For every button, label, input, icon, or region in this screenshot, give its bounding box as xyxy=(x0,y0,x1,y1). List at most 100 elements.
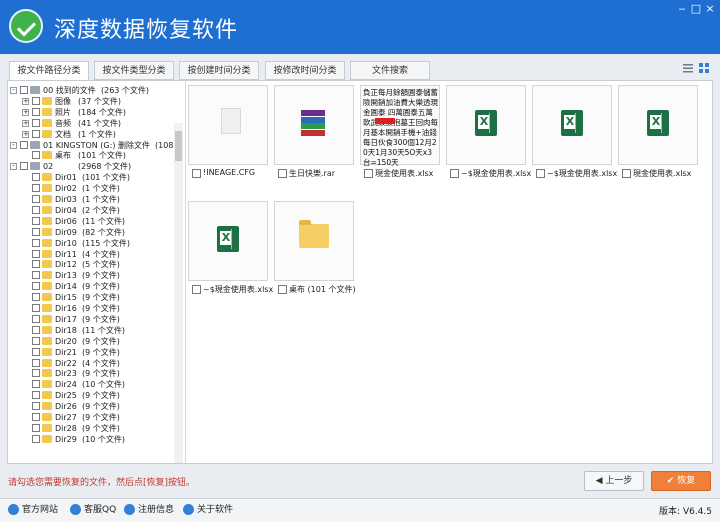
file-thumbnail[interactable]: 負正每月餘額圓泰儲蓄險開銷加油費大樂透現金圓泰 四萬圓泰五萬 軟武鼓鼓抱墓王回肉… xyxy=(360,85,440,167)
tree-checkbox[interactable] xyxy=(32,151,40,160)
file-item[interactable]: 現金使用表.xlsx xyxy=(618,85,700,181)
collapse-icon[interactable]: - xyxy=(10,141,17,149)
tree-item[interactable]: Dir14 (9 个文件) xyxy=(8,281,180,292)
file-item[interactable]: ~$現金使用表.xlsx xyxy=(532,85,617,181)
file-thumbnail[interactable] xyxy=(188,201,268,281)
tree-item[interactable]: Dir16 (9 个文件) xyxy=(8,303,180,314)
tree-item[interactable]: Dir20 (9 个文件) xyxy=(8,336,180,347)
tree-checkbox[interactable] xyxy=(32,184,40,193)
file-item[interactable]: ~$現金使用表.xlsx xyxy=(446,85,531,181)
tree-checkbox[interactable] xyxy=(32,282,40,291)
expand-icon[interactable]: + xyxy=(22,130,29,138)
tree-checkbox[interactable] xyxy=(32,96,40,105)
file-checkbox[interactable] xyxy=(536,169,545,178)
tree-item[interactable]: Dir24 (10 个文件) xyxy=(8,379,180,390)
file-thumbnail[interactable] xyxy=(274,85,354,165)
tree-checkbox[interactable] xyxy=(20,86,28,94)
tree-item[interactable]: Dir28 (9 个文件) xyxy=(8,423,180,434)
tree-item[interactable]: Dir23 (9 个文件) xyxy=(8,368,180,379)
file-checkbox[interactable] xyxy=(622,169,631,178)
tab-by-created[interactable]: 按创建时间分类 xyxy=(179,61,259,80)
tree-item[interactable]: -01 KINGSTON (G:) 删除文件(108 个 xyxy=(8,140,180,151)
tree-checkbox[interactable] xyxy=(32,271,40,280)
file-thumbnail[interactable] xyxy=(274,201,354,281)
file-item[interactable]: 生日快樂.rar xyxy=(274,85,356,181)
tree-checkbox[interactable] xyxy=(32,434,40,443)
tree-checkbox[interactable] xyxy=(32,358,40,367)
tree-item[interactable]: Dir10 (115 个文件) xyxy=(8,238,180,249)
tree-item[interactable]: Dir22 (4 个文件) xyxy=(8,358,180,369)
tree-item[interactable]: Dir18 (11 个文件) xyxy=(8,325,180,336)
tree-checkbox[interactable] xyxy=(32,336,40,345)
tree-checkbox[interactable] xyxy=(32,369,40,378)
file-thumbnail[interactable] xyxy=(618,85,698,165)
tree-checkbox[interactable] xyxy=(20,162,28,171)
tree-checkbox[interactable] xyxy=(32,216,40,225)
tree-item[interactable]: - 02 (2968 个文件) xyxy=(8,161,180,172)
tree-checkbox[interactable] xyxy=(32,227,40,236)
tree-checkbox[interactable] xyxy=(32,205,40,214)
tree-checkbox[interactable] xyxy=(32,391,40,400)
tree-item[interactable]: + 图像 (37 个文件) xyxy=(8,96,180,107)
file-thumbnail[interactable] xyxy=(532,85,612,165)
tree-checkbox[interactable] xyxy=(32,413,40,421)
tree-item[interactable]: - 00 找到的文件 (263 个文件) xyxy=(8,85,180,96)
tree-item[interactable]: Dir03 (1 个文件) xyxy=(8,194,180,205)
tree-checkbox[interactable] xyxy=(20,140,28,149)
expand-icon[interactable]: + xyxy=(22,119,29,127)
tree-checkbox[interactable] xyxy=(32,293,40,302)
tree-checkbox[interactable] xyxy=(32,304,40,312)
file-item[interactable]: 桌布 (101 个文件) xyxy=(274,201,356,297)
tree-item[interactable]: Dir06 (11 个文件) xyxy=(8,216,180,227)
tree-scrollbar[interactable] xyxy=(174,123,183,463)
tree-item[interactable]: Dir09 (82 个文件) xyxy=(8,227,180,238)
tree-checkbox[interactable] xyxy=(32,325,40,334)
tree-checkbox[interactable] xyxy=(32,129,40,138)
tree-item[interactable]: Dir15 (9 个文件) xyxy=(8,292,180,303)
list-view-icon[interactable] xyxy=(682,62,694,74)
tree-checkbox[interactable] xyxy=(32,195,40,203)
tree-item[interactable]: Dir29 (10 个文件) xyxy=(8,434,180,445)
file-checkbox[interactable] xyxy=(278,285,287,294)
close-button[interactable]: × xyxy=(703,3,717,15)
maximize-button[interactable]: □ xyxy=(689,3,703,15)
tree-item[interactable]: 桌布 (101 个文件) xyxy=(8,150,180,161)
tree-item[interactable]: Dir12 (5 个文件) xyxy=(8,259,180,270)
tree-item[interactable]: + 音频 (41 个文件) xyxy=(8,118,180,129)
tree-item[interactable]: Dir11 (4 个文件) xyxy=(8,249,180,260)
tree-item[interactable]: Dir26 (9 个文件) xyxy=(8,401,180,412)
grid-view-icon[interactable] xyxy=(698,62,710,74)
file-item[interactable]: ~$現金使用表.xlsx xyxy=(188,201,273,297)
tab-by-type[interactable]: 按文件类型分类 xyxy=(94,61,174,80)
file-checkbox[interactable] xyxy=(192,285,201,294)
tree-item[interactable]: Dir01 (101 个文件) xyxy=(8,172,180,183)
file-checkbox[interactable] xyxy=(192,169,201,178)
file-thumbnail[interactable] xyxy=(446,85,526,165)
tree-item[interactable]: Dir27 (9 个文件) xyxy=(8,412,180,423)
file-thumbnail[interactable] xyxy=(188,85,268,165)
minimize-button[interactable]: ‒ xyxy=(675,3,689,15)
previous-step-button[interactable]: ◀ 上一步 xyxy=(584,471,644,491)
file-checkbox[interactable] xyxy=(278,169,287,178)
file-checkbox[interactable] xyxy=(364,169,373,178)
tab-by-modified[interactable]: 按修改时间分类 xyxy=(265,61,345,80)
scrollbar-thumb[interactable] xyxy=(175,131,182,161)
recover-button[interactable]: ✔ 恢复 xyxy=(651,471,711,491)
expand-icon[interactable]: + xyxy=(22,97,29,105)
tree-item[interactable]: Dir17 (9 个文件) xyxy=(8,314,180,325)
file-item[interactable]: !INEAGE.CFG xyxy=(188,85,270,181)
file-checkbox[interactable] xyxy=(450,169,459,178)
tree-checkbox[interactable] xyxy=(32,347,40,356)
tree-checkbox[interactable] xyxy=(32,118,40,127)
tree-checkbox[interactable] xyxy=(32,173,40,182)
collapse-icon[interactable]: - xyxy=(10,87,17,94)
tree-checkbox[interactable] xyxy=(32,402,40,411)
tab-by-path[interactable]: 按文件路径分类 xyxy=(9,61,89,81)
tree-checkbox[interactable] xyxy=(32,380,40,389)
panel-splitter[interactable] xyxy=(185,81,186,463)
tab-file-search[interactable]: 文件搜索 xyxy=(350,61,430,80)
tree-checkbox[interactable] xyxy=(32,423,40,432)
tree-checkbox[interactable] xyxy=(32,260,40,269)
file-item[interactable]: 負正每月餘額圓泰儲蓄險開銷加油費大樂透現金圓泰 四萬圓泰五萬 軟武鼓鼓抱墓王回肉… xyxy=(360,85,442,181)
tree-item[interactable]: Dir13 (9 个文件) xyxy=(8,270,180,281)
